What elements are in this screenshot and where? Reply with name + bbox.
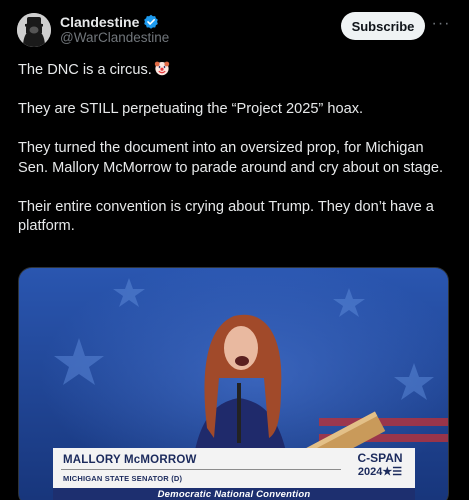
clown-face-emoji-icon: [154, 60, 170, 76]
post-paragraph: The DNC is a circus.: [18, 60, 454, 81]
lower-third-name: MALLORY McMORROW: [63, 454, 197, 466]
more-options-icon[interactable]: ···: [431, 14, 451, 34]
post-paragraph-text: The DNC is a circus.: [18, 62, 152, 78]
hooded-figure-avatar-icon: [17, 13, 51, 47]
author-handle[interactable]: @WarClandestine: [60, 30, 169, 45]
post-video[interactable]: MALLORY McMORROW MICHIGAN STATE SENATOR …: [18, 267, 449, 500]
lower-third-divider: [61, 469, 341, 470]
author-name-row[interactable]: Clandestine: [60, 13, 159, 31]
post-paragraph: They are STILL perpetuating the “Project…: [18, 101, 364, 117]
event-name: Democratic National Convention: [157, 489, 311, 500]
post-card: Clandestine @WarClandestine Subscribe ··…: [0, 0, 469, 500]
lower-third-band: Democratic National Convention: [53, 488, 415, 500]
lower-third-title: MICHIGAN STATE SENATOR (D): [63, 474, 183, 483]
subscribe-button[interactable]: Subscribe: [341, 12, 425, 40]
verified-badge-icon[interactable]: [143, 14, 159, 30]
cspan-logo-line2: 2024★☰: [357, 466, 403, 478]
cspan-logo: C-SPAN 2024★☰: [349, 451, 411, 485]
post-text: The DNC is a circus. They are STILL perp…: [18, 60, 454, 256]
author-avatar[interactable]: [17, 13, 51, 47]
cspan-logo-line1: C-SPAN: [357, 451, 403, 465]
author-display-name[interactable]: Clandestine: [60, 14, 139, 30]
post-paragraph: They turned the document into an oversiz…: [18, 140, 444, 176]
lower-third-banner: MALLORY McMORROW MICHIGAN STATE SENATOR …: [53, 448, 415, 488]
post-paragraph: Their entire convention is crying about …: [18, 198, 434, 235]
